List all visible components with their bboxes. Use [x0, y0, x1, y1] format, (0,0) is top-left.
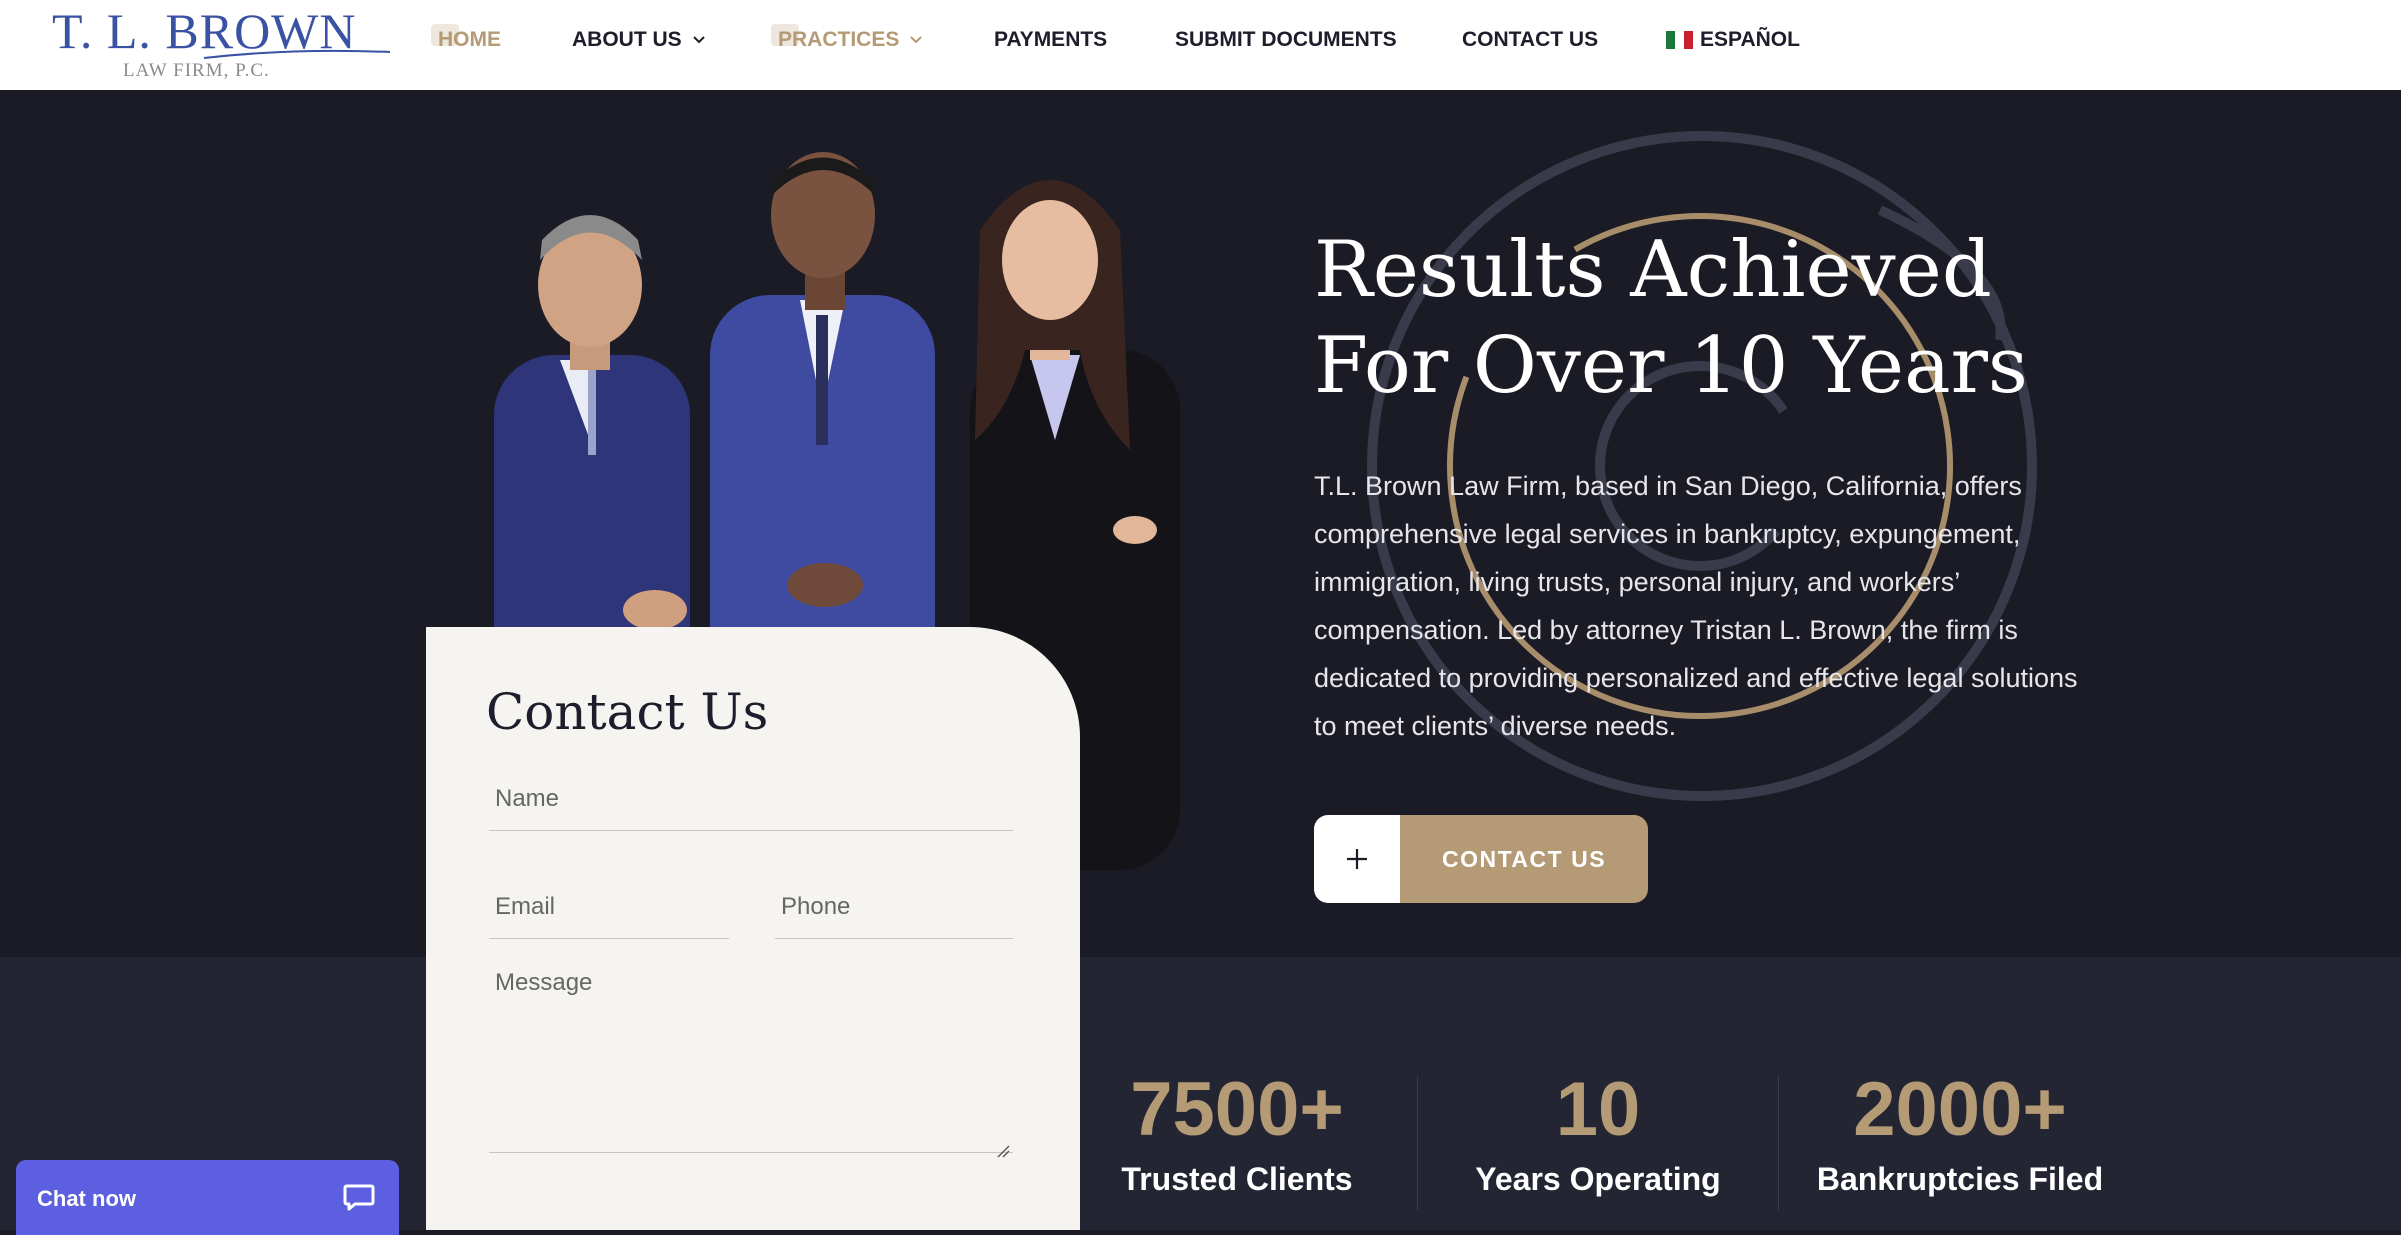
chat-now-button[interactable]: Chat now — [16, 1160, 399, 1235]
cta-label: CONTACT US — [1400, 815, 1648, 903]
nav-contact-us[interactable]: CONTACT US — [1462, 28, 1598, 52]
message-textarea[interactable] — [489, 955, 1013, 1153]
nav-submit-documents[interactable]: SUBMIT DOCUMENTS — [1175, 28, 1397, 52]
nav-about-us-label: ABOUT US — [572, 28, 682, 51]
nav-about-us[interactable]: ABOUT US — [572, 28, 706, 52]
contact-us-cta-button[interactable]: CONTACT US — [1314, 815, 1648, 903]
phone-input[interactable] — [775, 875, 1013, 939]
site-header: T. L. BROWN LAW FIRM, P.C. HOME ABOUT US… — [0, 0, 2401, 90]
nav-practices[interactable]: PRACTICES — [778, 28, 923, 52]
stat-bankruptcies-filed: 2000+ Bankruptcies Filed — [1790, 1065, 2130, 1198]
stat-divider — [1778, 1076, 1779, 1210]
name-input[interactable] — [489, 767, 1013, 831]
nav-contact-us-label: CONTACT US — [1462, 28, 1599, 51]
stat-label: Trusted Clients — [1121, 1161, 1353, 1197]
hero-title: Results Achieved For Over 10 Years — [1314, 225, 2028, 411]
stat-number: 7500+ — [1130, 1067, 1344, 1152]
chevron-down-icon — [910, 36, 923, 44]
stat-number: 2000+ — [1853, 1067, 2067, 1152]
hero-description: T.L. Brown Law Firm, based in San Diego,… — [1314, 471, 2078, 741]
mexico-flag-icon — [1666, 31, 1693, 49]
nav-espanol[interactable]: ESPAÑOL — [1666, 28, 1800, 52]
nav-practices-label: PRACTICES — [778, 28, 900, 51]
contact-form: Contact Us — [426, 627, 1080, 1230]
chat-bubble-icon — [343, 1184, 375, 1211]
resize-grip-icon[interactable] — [996, 1144, 1010, 1158]
stat-divider — [1417, 1076, 1418, 1210]
nav-home-label: HOME — [438, 28, 501, 51]
nav-submit-documents-label: SUBMIT DOCUMENTS — [1175, 28, 1397, 51]
stat-label: Years Operating — [1475, 1161, 1721, 1197]
chat-label: Chat now — [37, 1186, 136, 1211]
main-nav: HOME ABOUT US PRACTICES PAYMENTS SUBMIT … — [0, 0, 2401, 90]
stat-number: 10 — [1555, 1067, 1641, 1152]
stat-trusted-clients: 7500+ Trusted Clients — [1067, 1065, 1407, 1198]
stat-label: Bankruptcies Filed — [1816, 1161, 2104, 1197]
nav-home[interactable]: HOME — [438, 28, 501, 52]
nav-payments-label: PAYMENTS — [994, 28, 1108, 51]
stat-years-operating: 10 Years Operating — [1428, 1065, 1768, 1198]
nav-payments[interactable]: PAYMENTS — [994, 28, 1107, 52]
plus-icon — [1347, 849, 1367, 869]
contact-form-title: Contact Us — [486, 683, 769, 741]
nav-espanol-label: ESPAÑOL — [1700, 28, 1800, 51]
chevron-down-icon — [692, 36, 705, 44]
email-input[interactable] — [489, 875, 729, 939]
cta-plus-box — [1314, 815, 1400, 903]
